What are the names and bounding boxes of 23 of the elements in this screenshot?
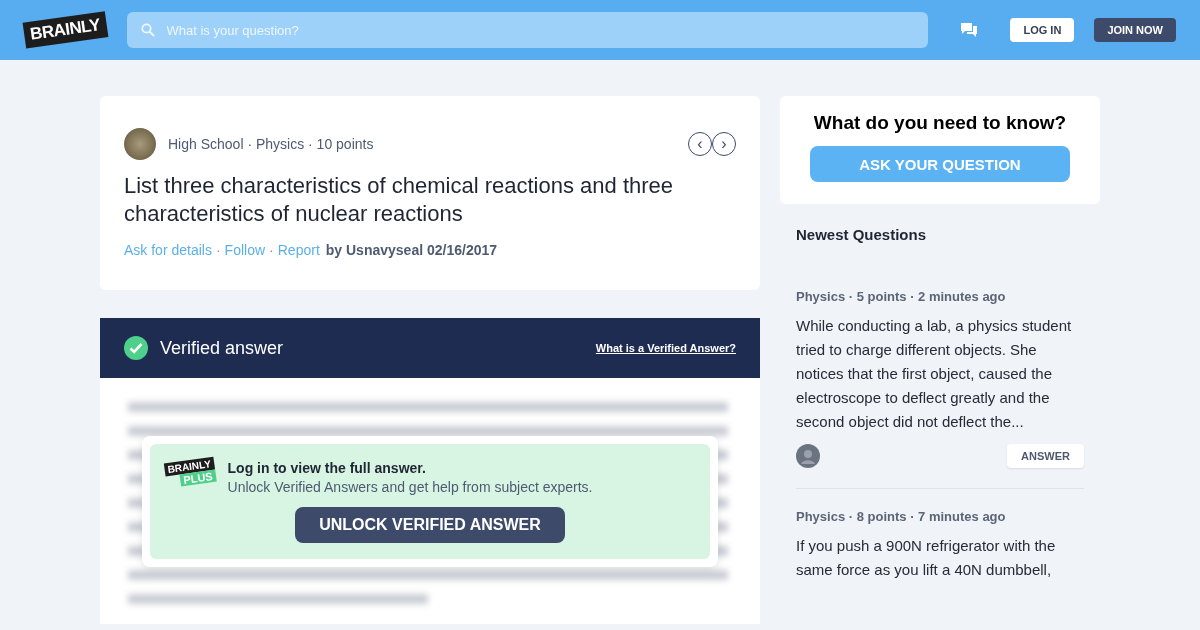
question-text[interactable]: If you push a 900N refrigerator with the same force as you lift a 40N dumbbell, <box>796 534 1084 582</box>
answer-button[interactable]: ANSWER <box>1007 444 1084 468</box>
unlock-text: Unlock Verified Answers and get help from subject experts. <box>227 479 593 495</box>
ask-title: What do you need to know? <box>813 112 1067 134</box>
question-text[interactable]: While conducting a lab, a physics student tried to charge different objects. She notices that the first object, caused the electroscope to deflect greatly and the second object did not deflect the... <box>796 314 1084 434</box>
join-button[interactable]: JOIN NOW <box>1094 18 1176 42</box>
next-button[interactable]: › <box>712 132 736 156</box>
unlock-heading: Log in to view the full answer. <box>227 460 427 476</box>
author-byline: by Usnavyseal 02/16/2017 <box>325 242 498 258</box>
separator-dot: · <box>215 242 221 258</box>
question-title: List three characteristics of chemical reactions and three characteristics of nuclear reactions <box>124 172 675 228</box>
search-field[interactable]: What is your question? <box>126 12 929 48</box>
login-button[interactable]: LOG IN <box>1010 18 1075 42</box>
separator-dot: · <box>269 242 274 258</box>
question-meta: High School · Physics · 10 points <box>168 136 375 152</box>
previous-button[interactable]: ‹ <box>688 132 712 156</box>
brainly-logo[interactable]: BRAINLY <box>22 11 108 49</box>
unlock-button[interactable]: UNLOCK VERIFIED ANSWER <box>295 507 565 543</box>
question-meta: Physics · 5 points · 2 minutes ago <box>796 289 1007 304</box>
verified-answer-title: Verified answer <box>160 337 285 359</box>
verified-answer-link[interactable]: What is a Verified Answer? <box>595 342 736 354</box>
question-meta: Physics · 8 points · 7 minutes ago <box>796 509 1007 524</box>
newest-questions-title: Newest Questions <box>796 226 928 243</box>
